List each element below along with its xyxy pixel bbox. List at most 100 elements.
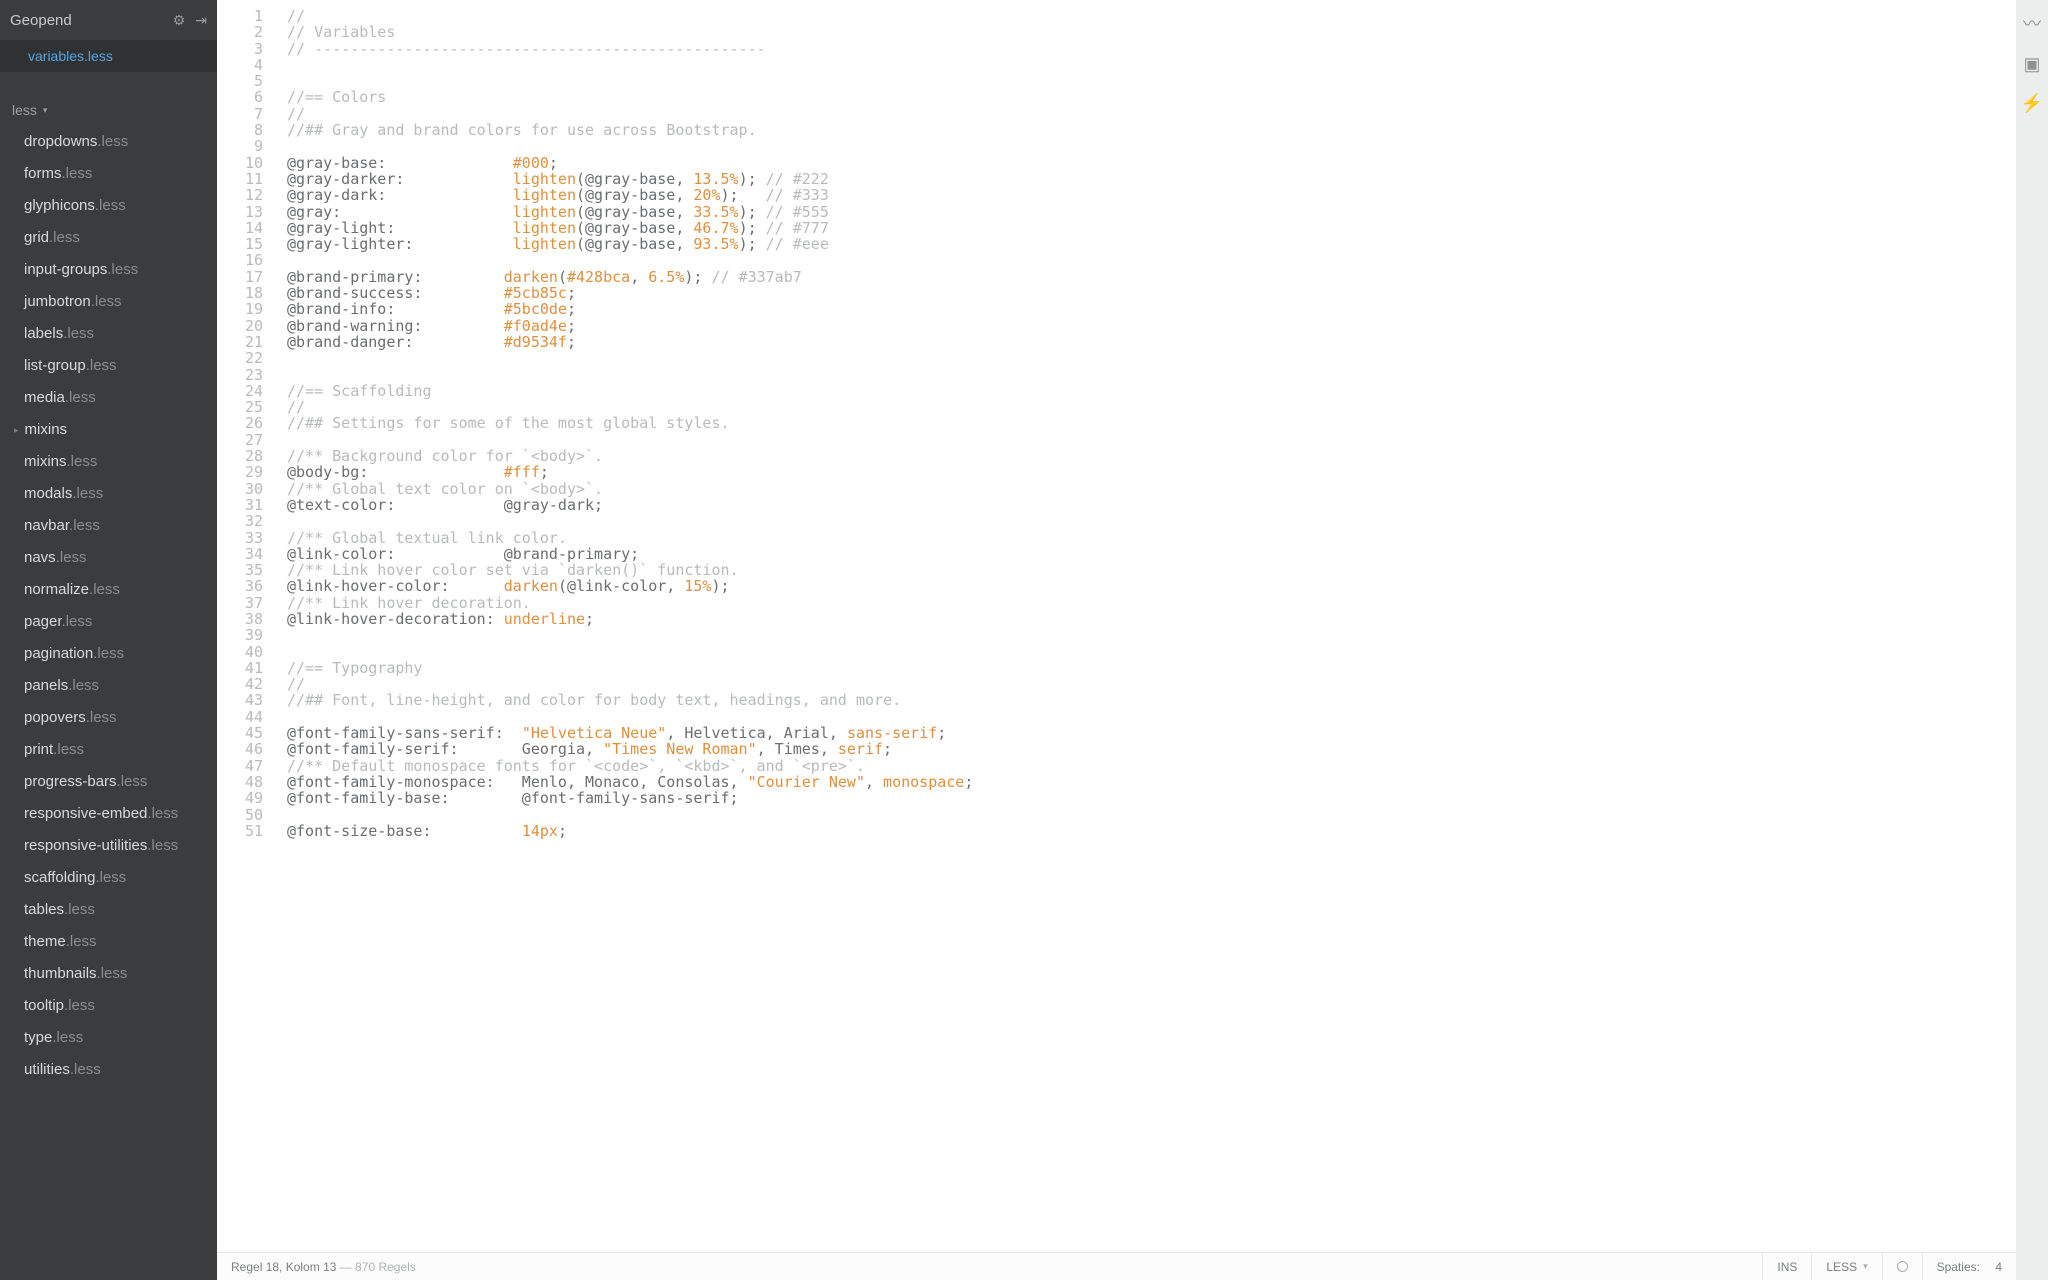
file-navbar[interactable]: navbar.less bbox=[0, 510, 217, 542]
gear-icon[interactable]: ⚙ bbox=[173, 12, 186, 29]
file-normalize[interactable]: normalize.less bbox=[0, 574, 217, 606]
file-ext: .less bbox=[86, 709, 117, 726]
collapse-icon[interactable]: ⇥ bbox=[195, 12, 207, 29]
open-tab-variables[interactable]: variables.less bbox=[0, 40, 217, 72]
code-editor[interactable]: 1234567891011121314151617181920212223242… bbox=[217, 0, 2016, 1252]
file-theme[interactable]: theme.less bbox=[0, 926, 217, 958]
file-ext: .less bbox=[67, 453, 98, 470]
file-tooltip[interactable]: tooltip.less bbox=[0, 990, 217, 1022]
line-number: 13 bbox=[217, 204, 263, 220]
file-name: pager bbox=[24, 613, 62, 630]
activity-icon[interactable]: 〰 bbox=[2023, 10, 2041, 36]
code-line: @gray-lighter: lighten(@gray-base, 93.5%… bbox=[287, 236, 2016, 252]
section-less[interactable]: less ▾ bbox=[0, 72, 217, 126]
file-ext: .less bbox=[147, 805, 178, 822]
file-name: input-groups bbox=[24, 261, 107, 278]
code-content[interactable]: //// Variables// -----------------------… bbox=[275, 0, 2016, 1252]
code-line: @body-bg: #fff; bbox=[287, 464, 2016, 480]
pos-total: 870 Regels bbox=[355, 1260, 416, 1274]
file-responsive-utilities[interactable]: responsive-utilities.less bbox=[0, 830, 217, 862]
file-name: panels bbox=[24, 677, 68, 694]
code-line bbox=[287, 709, 2016, 725]
line-number: 39 bbox=[217, 627, 263, 643]
cursor-position[interactable]: Regel 18, Kolom 13 — 870 Regels bbox=[217, 1260, 1762, 1274]
code-line: @text-color: @gray-dark; bbox=[287, 497, 2016, 513]
file-glyphicons[interactable]: glyphicons.less bbox=[0, 190, 217, 222]
code-line: @brand-danger: #d9534f; bbox=[287, 334, 2016, 350]
line-number: 26 bbox=[217, 415, 263, 431]
file-mixins[interactable]: mixins.less bbox=[0, 446, 217, 478]
line-number: 40 bbox=[217, 644, 263, 660]
file-print[interactable]: print.less bbox=[0, 734, 217, 766]
file-ext: .less bbox=[63, 325, 94, 342]
line-number: 42 bbox=[217, 676, 263, 692]
file-ext: .less bbox=[56, 549, 87, 566]
file-jumbotron[interactable]: jumbotron.less bbox=[0, 286, 217, 318]
file-name: grid bbox=[24, 229, 49, 246]
line-number: 46 bbox=[217, 741, 263, 757]
file-modals[interactable]: modals.less bbox=[0, 478, 217, 510]
file-thumbnails[interactable]: thumbnails.less bbox=[0, 958, 217, 990]
code-line: // Variables bbox=[287, 24, 2016, 40]
code-line: //== Scaffolding bbox=[287, 383, 2016, 399]
file-name: navbar bbox=[24, 517, 69, 534]
language-selector[interactable]: LESS▾ bbox=[1811, 1253, 1881, 1280]
file-progress-bars[interactable]: progress-bars.less bbox=[0, 766, 217, 798]
file-responsive-embed[interactable]: responsive-embed.less bbox=[0, 798, 217, 830]
code-line: // bbox=[287, 676, 2016, 692]
file-name: utilities bbox=[24, 1061, 70, 1078]
file-popovers[interactable]: popovers.less bbox=[0, 702, 217, 734]
editor-pane: 1234567891011121314151617181920212223242… bbox=[217, 0, 2016, 1280]
line-number: 37 bbox=[217, 595, 263, 611]
file-name: progress-bars bbox=[24, 773, 117, 790]
file-list-group[interactable]: list-group.less bbox=[0, 350, 217, 382]
insert-mode[interactable]: INS bbox=[1762, 1253, 1811, 1280]
file-navs[interactable]: navs.less bbox=[0, 542, 217, 574]
line-number: 18 bbox=[217, 285, 263, 301]
file-ext: .less bbox=[72, 485, 103, 502]
code-line bbox=[287, 644, 2016, 660]
file-dropdowns[interactable]: dropdowns.less bbox=[0, 126, 217, 158]
code-line: @gray-light: lighten(@gray-base, 46.7%);… bbox=[287, 220, 2016, 236]
code-line: //## Settings for some of the most globa… bbox=[287, 415, 2016, 431]
folder-mixins[interactable]: ▸mixins bbox=[0, 414, 217, 446]
line-number: 27 bbox=[217, 432, 263, 448]
file-grid[interactable]: grid.less bbox=[0, 222, 217, 254]
line-number: 44 bbox=[217, 709, 263, 725]
live-preview-icon[interactable]: ⚡ bbox=[2021, 93, 2043, 114]
file-scaffolding[interactable]: scaffolding.less bbox=[0, 862, 217, 894]
line-number: 1 bbox=[217, 8, 263, 24]
file-ext: .less bbox=[91, 293, 122, 310]
indent-selector[interactable]: Spaties: 4 bbox=[1922, 1253, 2016, 1280]
file-name: forms bbox=[24, 165, 62, 182]
file-pagination[interactable]: pagination.less bbox=[0, 638, 217, 670]
file-panels[interactable]: panels.less bbox=[0, 670, 217, 702]
extensions-icon[interactable]: ▣ bbox=[2023, 54, 2040, 75]
code-line bbox=[287, 367, 2016, 383]
line-number: 34 bbox=[217, 546, 263, 562]
file-type[interactable]: type.less bbox=[0, 1022, 217, 1054]
line-number: 48 bbox=[217, 774, 263, 790]
file-media[interactable]: media.less bbox=[0, 382, 217, 414]
file-name: thumbnails bbox=[24, 965, 97, 982]
file-input-groups[interactable]: input-groups.less bbox=[0, 254, 217, 286]
file-utilities[interactable]: utilities.less bbox=[0, 1054, 217, 1086]
file-ext: .less bbox=[97, 965, 128, 982]
code-line: @font-family-base: @font-family-sans-ser… bbox=[287, 790, 2016, 806]
file-pager[interactable]: pager.less bbox=[0, 606, 217, 638]
line-number: 6 bbox=[217, 89, 263, 105]
file-name: navs bbox=[24, 549, 56, 566]
file-ext: .less bbox=[95, 869, 126, 886]
line-number: 17 bbox=[217, 269, 263, 285]
code-line: @link-color: @brand-primary; bbox=[287, 546, 2016, 562]
circle-icon bbox=[1897, 1261, 1908, 1272]
file-name: tooltip bbox=[24, 997, 64, 1014]
file-forms[interactable]: forms.less bbox=[0, 158, 217, 190]
file-ext: .less bbox=[62, 613, 93, 630]
lint-status[interactable] bbox=[1882, 1253, 1922, 1280]
line-number: 38 bbox=[217, 611, 263, 627]
file-labels[interactable]: labels.less bbox=[0, 318, 217, 350]
file-tables[interactable]: tables.less bbox=[0, 894, 217, 926]
file-ext: .less bbox=[64, 901, 95, 918]
line-gutter: 1234567891011121314151617181920212223242… bbox=[217, 0, 275, 1252]
